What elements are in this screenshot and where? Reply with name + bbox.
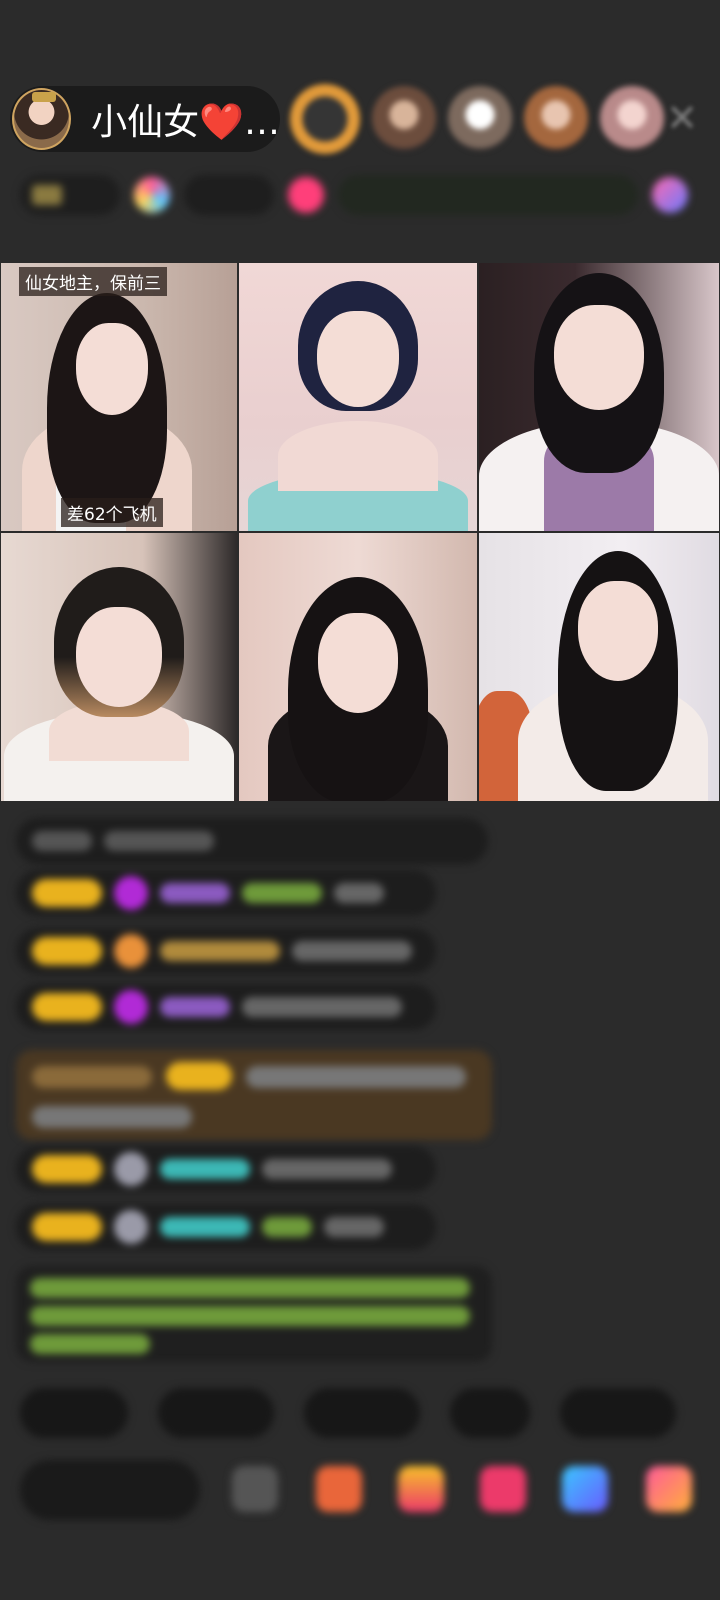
chat-message [16, 1146, 436, 1192]
chat-message [16, 984, 436, 1030]
level-badge [32, 993, 102, 1021]
guest-video-1[interactable]: 仙女地主，保前三 差62个飞机 [0, 262, 238, 532]
chat-message [16, 818, 488, 864]
gem-icon [114, 990, 148, 1024]
host-avatar[interactable] [12, 88, 72, 150]
fan-club-icon[interactable] [398, 1466, 444, 1512]
quick-reply-button[interactable] [20, 1388, 128, 1438]
chat-message [16, 870, 436, 916]
highlight-chat-message [16, 1050, 492, 1140]
quick-reply-button[interactable] [158, 1388, 274, 1438]
gem-icon [114, 876, 148, 910]
game-icon[interactable] [562, 1466, 608, 1512]
level-badge [32, 879, 102, 907]
host-name: 小仙女❤️… [91, 102, 280, 143]
chat-message [16, 928, 436, 974]
guest-video-3[interactable] [478, 262, 720, 532]
guest-tag-top: 仙女地主，保前三 [19, 267, 167, 296]
gem-icon [114, 934, 148, 968]
top-viewers-list [290, 84, 664, 154]
close-icon[interactable]: ✕ [664, 99, 700, 137]
emoji-icon[interactable] [232, 1466, 278, 1512]
level-badge [32, 1155, 102, 1183]
quick-reply-bar [20, 1388, 676, 1438]
viewer-avatar[interactable] [524, 86, 588, 150]
viewer-avatar[interactable] [600, 86, 664, 150]
quick-reply-button[interactable] [304, 1388, 420, 1438]
multi-guest-video-grid: 仙女地主，保前三 差62个飞机 [0, 262, 720, 802]
avatar [114, 1210, 148, 1244]
more-icon[interactable] [646, 1466, 692, 1512]
rank-chip[interactable] [20, 175, 120, 215]
gem-icon [134, 177, 170, 213]
hot-icon [288, 177, 324, 213]
room-info-strip[interactable] [20, 172, 700, 218]
stats-chip [184, 175, 274, 215]
viewer-avatar[interactable] [290, 84, 360, 154]
host-info-pill[interactable]: 小仙女❤️… [10, 86, 280, 152]
chat-message [16, 1204, 436, 1250]
level-badge [32, 937, 102, 965]
guest-video-6[interactable] [478, 532, 720, 802]
notice-chip[interactable] [338, 175, 638, 215]
guest-video-5[interactable] [238, 532, 478, 802]
bottom-toolbar [0, 1460, 720, 1550]
guest-video-2[interactable] [238, 262, 478, 532]
viewer-avatar[interactable] [372, 86, 436, 150]
guest-tag-bottom: 差62个飞机 [61, 498, 163, 527]
avatar [114, 1152, 148, 1186]
heart-icon[interactable] [480, 1466, 526, 1512]
viewer-avatar[interactable] [448, 86, 512, 150]
quick-reply-button[interactable] [450, 1388, 530, 1438]
gift-icon[interactable] [652, 177, 688, 213]
guest-video-4[interactable] [0, 532, 238, 802]
quick-reply-button[interactable] [560, 1388, 676, 1438]
system-notice-message [16, 1266, 492, 1362]
gift-icon[interactable] [316, 1466, 362, 1512]
level-badge [32, 1213, 102, 1241]
comment-input[interactable] [20, 1460, 200, 1520]
